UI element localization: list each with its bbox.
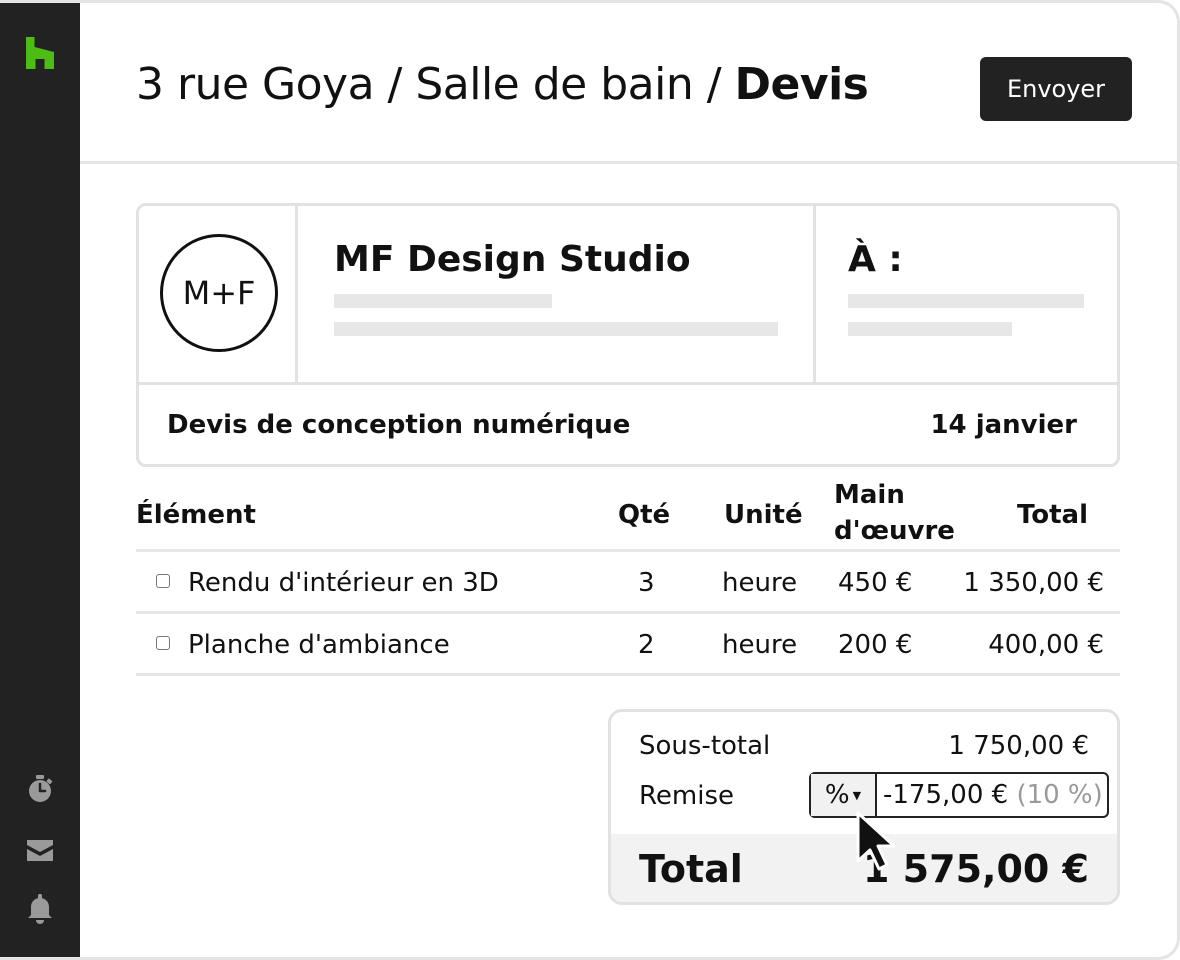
item-total: 400,00 € — [988, 630, 1104, 660]
company-logo: M+F — [160, 234, 278, 352]
address-placeholder — [334, 322, 778, 336]
houzz-logo-icon[interactable] — [25, 37, 55, 69]
column-header-qty: Qté — [618, 500, 671, 530]
breadcrumb-item-room[interactable]: Salle de bain — [415, 59, 693, 110]
quote-title: Devis de conception numérique — [167, 410, 631, 440]
column-header-total: Total — [1016, 500, 1088, 530]
item-labor: 200 € — [838, 630, 913, 660]
breadcrumb: 3 rue Goya / Salle de bain / Devis — [136, 57, 869, 113]
subtotal-label: Sous-total — [639, 731, 771, 761]
item-total: 1 350,00 € — [963, 568, 1104, 598]
discount-percent: (10 %) — [1016, 780, 1103, 810]
quote-header-card: M+F MF Design Studio À : Devis de concep… — [136, 203, 1120, 467]
caret-down-icon: ▼ — [852, 788, 862, 802]
item-qty: 2 — [638, 630, 655, 660]
quote-parties: M+F MF Design Studio À : — [139, 206, 1117, 385]
subtotal-value: 1 750,00 € — [948, 731, 1089, 761]
table-row: Rendu d'intérieur en 3D 3 heure 450 € 1 … — [136, 552, 1120, 614]
line-items-table: Élément Qté Unité Main d'œuvre Total Ren… — [136, 480, 1120, 676]
recipient-placeholder — [848, 322, 1012, 336]
main-content: 3 rue Goya / Salle de bain / Devis Envoy… — [80, 3, 1177, 957]
breadcrumb-item-current: Devis — [734, 59, 869, 110]
quote-meta: Devis de conception numérique 14 janvier — [139, 385, 1117, 464]
breadcrumb-separator: / — [693, 59, 735, 110]
discount-input[interactable]: -175,00 € (10 %) — [883, 778, 1103, 812]
row-checkbox[interactable] — [156, 636, 170, 650]
item-unit: heure — [722, 568, 798, 598]
stopwatch-icon[interactable] — [24, 773, 56, 805]
page-header: 3 rue Goya / Salle de bain / Devis Envoy… — [80, 3, 1177, 164]
item-name: Planche d'ambiance — [188, 630, 450, 660]
inbox-icon[interactable] — [24, 835, 56, 867]
address-placeholder — [334, 294, 552, 308]
send-button[interactable]: Envoyer — [980, 57, 1132, 121]
totals-summary: Sous-total 1 750,00 € Remise % ▼ -175,00 … — [608, 709, 1120, 905]
recipient-placeholder — [848, 294, 1084, 308]
column-header-item: Élément — [136, 500, 256, 530]
table-row: Planche d'ambiance 2 heure 200 € 400,00 … — [136, 614, 1120, 676]
column-header-labor-line2: d'œuvre — [834, 516, 955, 546]
app-window: 3 rue Goya / Salle de bain / Devis Envoy… — [0, 0, 1180, 960]
column-header-unit: Unité — [724, 500, 803, 530]
item-labor: 450 € — [838, 568, 913, 598]
discount-label: Remise — [639, 781, 734, 811]
table-header: Élément Qté Unité Main d'œuvre Total — [136, 480, 1120, 552]
sidebar — [0, 3, 80, 957]
breadcrumb-separator: / — [374, 59, 416, 110]
discount-type-value: % — [824, 780, 850, 810]
discount-amount: -175,00 € — [883, 780, 1009, 810]
recipient-cell: À : — [816, 206, 1117, 382]
recipient-label: À : — [848, 239, 903, 280]
column-header-labor-line1: Main — [834, 480, 905, 510]
sender-cell: MF Design Studio — [298, 206, 816, 382]
breadcrumb-item-project[interactable]: 3 rue Goya — [136, 59, 375, 110]
quote-date: 14 janvier — [930, 410, 1077, 440]
mouse-cursor-icon — [856, 811, 896, 871]
company-logo-cell: M+F — [139, 206, 298, 382]
row-checkbox[interactable] — [156, 574, 170, 588]
item-name: Rendu d'intérieur en 3D — [188, 568, 499, 598]
total-label: Total — [639, 847, 743, 891]
sender-name: MF Design Studio — [334, 239, 691, 280]
item-qty: 3 — [638, 568, 655, 598]
bell-icon[interactable] — [24, 893, 56, 925]
item-unit: heure — [722, 630, 798, 660]
